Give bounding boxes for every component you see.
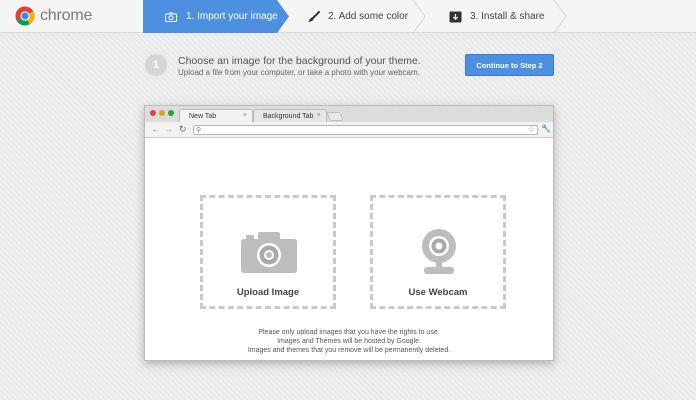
forward-arrow-icon[interactable]: → [164, 124, 173, 134]
webcam-icon [422, 229, 456, 274]
close-window-icon[interactable] [150, 110, 156, 116]
continue-button[interactable]: Continue to Step 2 [465, 54, 554, 76]
step-label: 2. Add some color [328, 11, 409, 22]
tab-label: New Tab [189, 113, 217, 120]
step-add-color[interactable]: 2. Add some color [306, 0, 416, 33]
step-separator-icon [553, 0, 567, 33]
tab-label: Background Tab [263, 113, 314, 120]
window-controls [150, 110, 174, 116]
chrome-logo-icon [15, 6, 35, 26]
minimize-window-icon[interactable] [159, 110, 165, 116]
maximize-window-icon[interactable] [168, 110, 174, 116]
instruction-title: Choose an image for the background of yo… [178, 55, 421, 67]
deletion-notice: Images and themes that you remove will b… [247, 347, 451, 354]
browser-tab-background[interactable]: Background Tab × [253, 109, 327, 123]
omnibox[interactable]: ⚲ ☆ [193, 125, 538, 135]
camera-icon [164, 11, 178, 23]
upload-image-label: Upload Image [236, 287, 300, 298]
browser-titlebar: New Tab × Background Tab × [145, 106, 553, 123]
use-webcam-dropzone[interactable]: Use Webcam [370, 195, 506, 309]
use-webcam-label: Use Webcam [408, 287, 468, 298]
step-navigation-bar: chrome 1. Import your image 2. Add some … [0, 0, 696, 33]
back-arrow-icon[interactable]: ← [151, 124, 160, 134]
tab-close-icon[interactable]: × [317, 112, 321, 119]
instruction-subtitle: Upload a file from your computer, or tak… [178, 68, 420, 77]
step-label: 3. Install & share [470, 11, 545, 22]
reload-icon[interactable]: ↻ [179, 124, 187, 135]
hosting-notice: Images and Themes will be hosted by Goog… [277, 338, 421, 345]
brand-name: chrome [40, 7, 93, 24]
wrench-icon[interactable]: 🔧 [541, 124, 551, 133]
browser-tab-new-tab[interactable]: New Tab × [179, 109, 253, 123]
search-icon: ⚲ [196, 127, 202, 134]
step-label: 1. Import your image [186, 11, 278, 22]
paintbrush-icon [306, 10, 320, 23]
step-number-badge: 1 [145, 54, 167, 76]
camera-icon [241, 232, 297, 273]
browser-preview: New Tab × Background Tab × ← → ↻ ⚲ ☆ 🔧 U… [144, 105, 554, 361]
install-icon [448, 11, 462, 23]
browser-toolbar: ← → ↻ ⚲ ☆ 🔧 [145, 122, 553, 138]
rights-notice: Please only upload images that you have … [258, 329, 440, 336]
upload-image-dropzone[interactable]: Upload Image [200, 195, 336, 309]
tab-close-icon[interactable]: × [243, 112, 247, 119]
new-tab-button[interactable] [326, 112, 344, 121]
step-import-image[interactable]: 1. Import your image [143, 0, 289, 33]
bookmark-star-icon[interactable]: ☆ [528, 125, 535, 134]
step-install-share[interactable]: 3. Install & share [448, 0, 558, 33]
step-separator-icon [412, 0, 426, 33]
brand: chrome [15, 6, 92, 26]
